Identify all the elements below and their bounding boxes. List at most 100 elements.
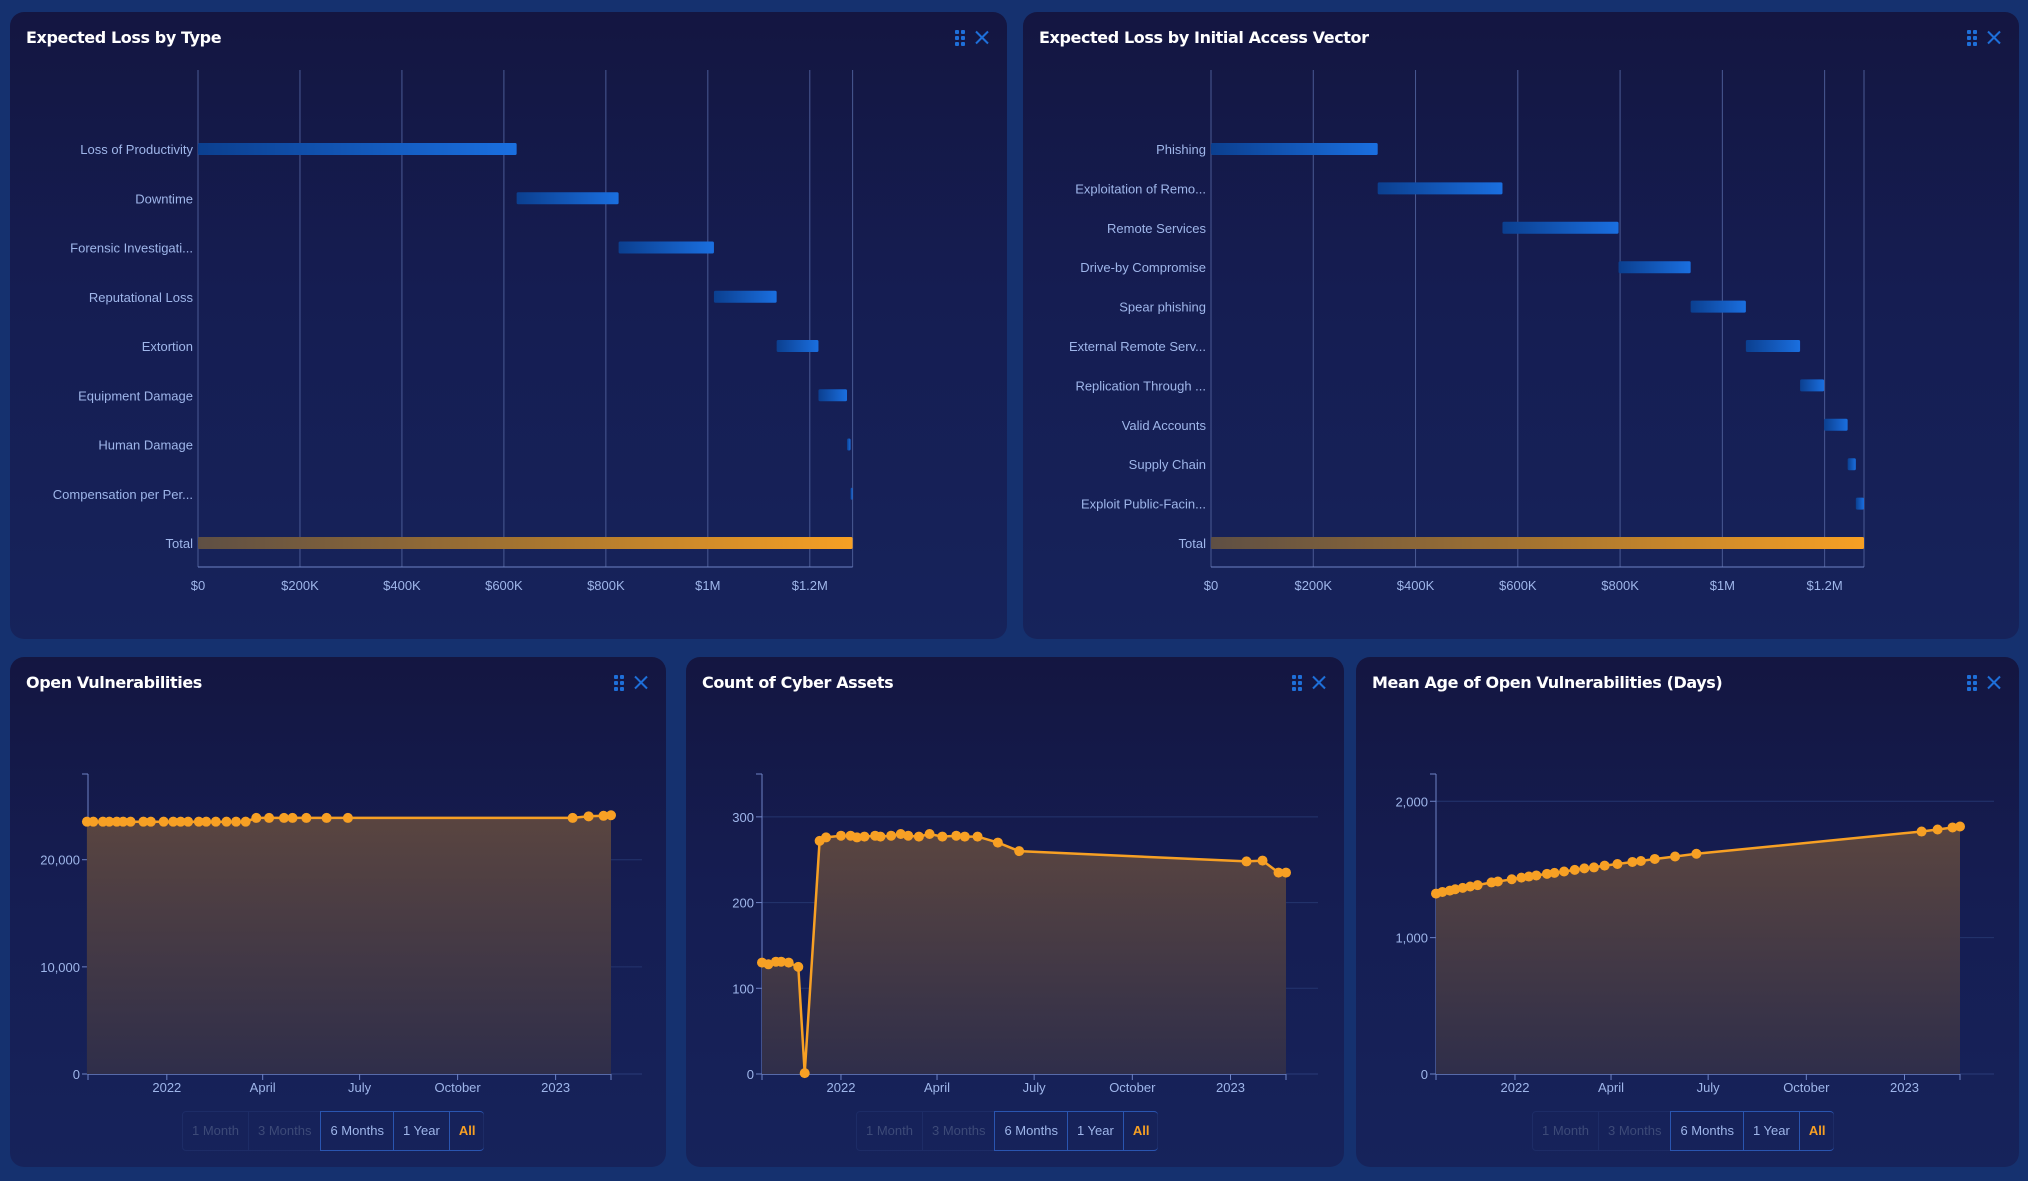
range-button-1-year[interactable]: 1 Year xyxy=(392,1111,450,1151)
y-tick-label: 100 xyxy=(732,981,754,996)
bar xyxy=(1502,221,1619,234)
range-button-6-months[interactable]: 6 Months xyxy=(1670,1111,1744,1151)
x-tick-label: $800K xyxy=(1601,578,1639,593)
bar xyxy=(1377,182,1503,195)
range-button-3-months: 3 Months xyxy=(249,1112,322,1150)
y-category-label: Phishing xyxy=(1156,142,1206,157)
data-point xyxy=(1492,876,1503,887)
panel-count-of-cyber-assets: Count of Cyber Assets 0 100 200 300 2022 Apri… xyxy=(686,657,1344,1167)
chart-open-vulnerabilities: 0 10,000 20,000 2022 April July October 2023 xyxy=(40,773,642,1095)
x-tick-label: 2023 xyxy=(1890,1080,1919,1095)
range-button-1-year[interactable]: 1 Year xyxy=(1066,1111,1124,1151)
x-tick-label: $1M xyxy=(1710,578,1735,593)
x-tick-label: $200K xyxy=(1294,578,1332,593)
y-category-label: Exploitation of Remo... xyxy=(1075,181,1206,196)
data-point xyxy=(287,812,298,823)
data-point xyxy=(959,831,970,842)
data-point xyxy=(859,831,870,842)
data-point xyxy=(231,816,242,827)
bar xyxy=(1847,458,1856,471)
range-button-1-month: 1 Month xyxy=(1533,1112,1599,1150)
x-tick-label: 2023 xyxy=(1216,1080,1245,1095)
y-tick-label: 1,000 xyxy=(1395,931,1428,946)
bar xyxy=(516,192,619,205)
y-tick-label: 300 xyxy=(732,810,754,825)
data-point xyxy=(1691,848,1702,859)
bar xyxy=(1855,497,1864,510)
range-button-3-months: 3 Months xyxy=(1599,1112,1672,1150)
x-tick-label: July xyxy=(1023,1080,1047,1095)
range-button-3-months: 3 Months xyxy=(923,1112,996,1150)
x-tick-label: $600K xyxy=(1499,578,1537,593)
data-point xyxy=(1241,856,1252,867)
data-point xyxy=(913,831,924,842)
y-tick-label: 2,000 xyxy=(1395,794,1428,809)
x-tick-label: $0 xyxy=(191,578,205,593)
chart-expected-loss-by-vector: $0 $200K $400K $600K $800K $1M $1.2M Phishing Ex… xyxy=(1069,70,1865,593)
panel-expected-loss-by-type: Expected Loss by Type $0 $200K $400K $600K $… xyxy=(10,12,1007,639)
x-tick-label: $800K xyxy=(587,578,625,593)
bar xyxy=(198,143,517,155)
data-point xyxy=(1549,867,1560,878)
data-point xyxy=(1627,856,1638,867)
series-area xyxy=(1436,826,1960,1074)
y-category-label: Equipment Damage xyxy=(78,388,193,403)
data-point xyxy=(835,830,846,841)
y-category-label: Total xyxy=(166,536,194,551)
range-button-1-year[interactable]: 1 Year xyxy=(1742,1111,1800,1151)
range-button-6-months[interactable]: 6 Months xyxy=(994,1111,1068,1151)
y-category-label: Remote Services xyxy=(1107,221,1206,236)
y-category-label: Total xyxy=(1179,536,1207,551)
data-point xyxy=(1635,856,1646,866)
data-point xyxy=(264,812,275,823)
y-tick-label: 20,000 xyxy=(40,853,80,868)
time-range-selector: 1 Month 3 Months 6 Months 1 Year All xyxy=(856,1111,1159,1151)
x-tick-label: 2022 xyxy=(827,1080,856,1095)
y-category-label: Compensation per Per... xyxy=(53,487,193,502)
range-button-all[interactable]: All xyxy=(448,1111,485,1151)
y-category-label: Drive-by Compromise xyxy=(1080,260,1206,275)
data-point xyxy=(606,810,616,821)
series-area xyxy=(86,815,611,1074)
x-tick-label: October xyxy=(1783,1080,1830,1095)
data-point xyxy=(1579,863,1590,874)
data-point xyxy=(1612,859,1623,869)
range-button-6-months[interactable]: 6 Months xyxy=(320,1111,394,1151)
time-range-selector: 1 Month 3 Months 6 Months 1 Year All xyxy=(182,1111,485,1151)
data-point xyxy=(183,816,194,827)
time-range-selector: 1 Month 3 Months 6 Months 1 Year All xyxy=(1532,1111,1835,1151)
chart-expected-loss-by-type: $0 $200K $400K $600K $800K $1M $1.2M Loss of Pr… xyxy=(53,70,854,593)
data-point xyxy=(992,837,1003,848)
y-category-label: Valid Accounts xyxy=(1122,418,1207,433)
data-point xyxy=(886,830,897,841)
x-tick-label: July xyxy=(1697,1080,1721,1095)
bar xyxy=(618,241,714,254)
x-tick-label: $1.2M xyxy=(1807,578,1843,593)
data-point xyxy=(1649,853,1660,864)
data-point xyxy=(240,816,251,827)
bar xyxy=(850,487,853,500)
range-button-1-month: 1 Month xyxy=(183,1112,249,1150)
y-tick-label: 10,000 xyxy=(40,960,80,975)
data-point xyxy=(583,811,594,822)
y-category-label: Reputational Loss xyxy=(89,290,194,305)
range-button-all[interactable]: All xyxy=(1122,1111,1159,1151)
data-point xyxy=(145,816,156,827)
range-button-all[interactable]: All xyxy=(1798,1111,1835,1151)
x-tick-label: October xyxy=(1109,1080,1156,1095)
data-point xyxy=(821,832,832,843)
bar xyxy=(818,389,848,402)
data-point xyxy=(201,816,212,827)
x-tick-label: 2023 xyxy=(541,1080,570,1095)
data-point xyxy=(1531,870,1542,881)
y-category-label: Downtime xyxy=(135,191,193,206)
y-category-label: Human Damage xyxy=(98,438,193,453)
data-point xyxy=(1955,821,1965,832)
data-point xyxy=(88,816,99,827)
x-tick-label: October xyxy=(434,1080,481,1095)
x-tick-label: $1.2M xyxy=(792,578,828,593)
data-point xyxy=(1281,867,1291,878)
y-category-label: Spear phishing xyxy=(1119,300,1206,315)
x-tick-label: $200K xyxy=(281,578,319,593)
y-category-label: Forensic Investigati... xyxy=(70,241,193,256)
